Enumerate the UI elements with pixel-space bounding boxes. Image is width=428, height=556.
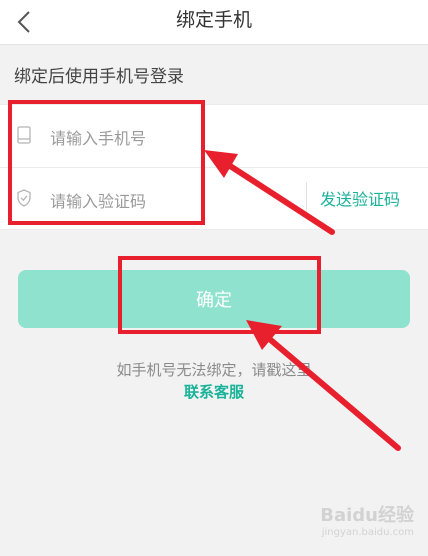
top-bar: 绑定手机	[0, 0, 428, 45]
footer-hint: 如手机号无法绑定，请戳这里	[116, 361, 312, 379]
phone-icon	[17, 126, 31, 144]
watermark-logo: Baidu经验	[320, 505, 414, 526]
bind-form: 请输入手机号 请输入验证码 发送验证码	[0, 104, 428, 230]
vertical-divider	[306, 182, 307, 218]
watermark-url: jingyan.baidu.com	[321, 527, 414, 538]
baidu-watermark: Baidu经验 jingyan.baidu.com	[320, 501, 414, 538]
contact-support-link[interactable]: 联系客服	[0, 381, 428, 402]
code-row[interactable]: 请输入验证码 发送验证码	[0, 167, 428, 230]
phone-row[interactable]: 请输入手机号	[0, 105, 428, 167]
page-title: 绑定手机	[175, 9, 252, 31]
verification-code-input[interactable]: 请输入验证码	[50, 188, 146, 212]
shield-icon	[17, 189, 31, 207]
phone-input[interactable]: 请输入手机号	[50, 125, 146, 149]
confirm-button[interactable]: 确定	[18, 270, 410, 328]
bind-hint-text: 绑定后使用手机号登录	[14, 67, 184, 87]
send-code-button[interactable]: 发送验证码	[320, 186, 400, 210]
